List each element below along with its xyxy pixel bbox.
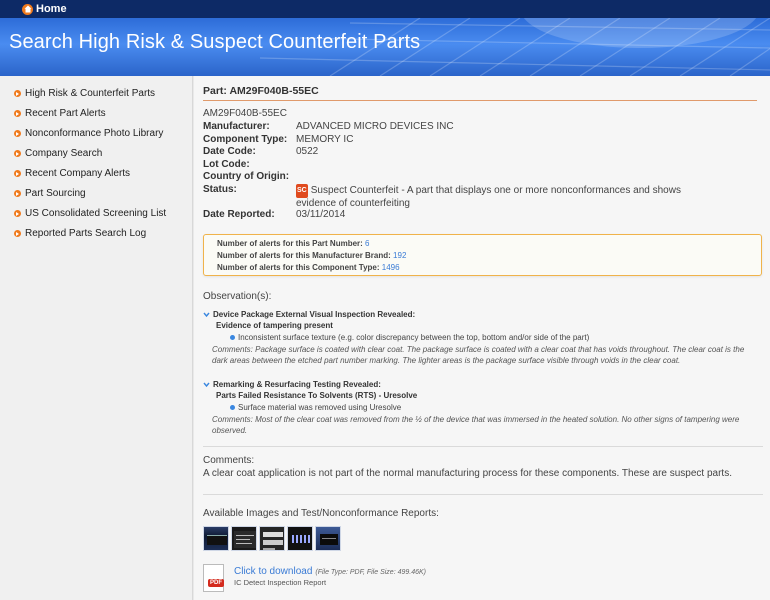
part-number-alerts-link[interactable]: 6 xyxy=(365,239,369,248)
manufacturer-label: Manufacturer: xyxy=(203,121,270,132)
status-text: Suspect Counterfeit - A part that displa… xyxy=(296,185,681,209)
image-thumbnail[interactable] xyxy=(287,526,313,551)
alert-row-brand: Number of alerts for this Manufacturer B… xyxy=(217,251,406,260)
report-name: IC Detect Inspection Report xyxy=(234,578,327,587)
observation-bullet: Surface material was removed using Ureso… xyxy=(230,403,401,412)
image-thumbnail[interactable] xyxy=(259,526,285,551)
component-type-value: MEMORY IC xyxy=(296,134,354,145)
brand-alerts-link[interactable]: 192 xyxy=(393,251,406,260)
observation-sub: Evidence of tampering present xyxy=(216,321,333,330)
bullet-dot-icon xyxy=(230,335,235,340)
observation-bullet-text: Surface material was removed using Ureso… xyxy=(238,403,402,412)
pdf-tag: PDF xyxy=(208,579,224,587)
sidebar-item-label: High Risk & Counterfeit Parts xyxy=(25,88,156,99)
alerts-summary-box: Number of alerts for this Part Number: 6… xyxy=(203,234,762,276)
chip-marking-closeup-icon xyxy=(263,532,283,550)
arrow-bullet-icon xyxy=(14,110,21,117)
observation-heading: Remarking & Resurfacing Testing Revealed… xyxy=(203,380,381,389)
image-thumbnail[interactable] xyxy=(231,526,257,551)
observation-bullet: Inconsistent surface texture (e.g. color… xyxy=(230,333,589,342)
sidebar-item-company-search[interactable]: Company Search xyxy=(14,148,102,159)
arrow-bullet-icon xyxy=(14,170,21,177)
sidebar-item-high-risk-parts[interactable]: High Risk & Counterfeit Parts xyxy=(14,88,155,99)
status-value: SC Suspect Counterfeit - A part that disp… xyxy=(296,184,706,210)
alert-row-part-number: Number of alerts for this Part Number: 6 xyxy=(217,239,370,248)
part-title: Part: AM29F040B-55EC xyxy=(203,85,319,97)
download-report-link[interactable]: Click to download (File Type: PDF, File S… xyxy=(234,566,426,577)
alert-label: Number of alerts for this Component Type… xyxy=(217,263,380,272)
date-reported-value: 03/11/2014 xyxy=(296,209,346,220)
country-label: Country of Origin: xyxy=(203,171,290,182)
observation-comment: Comments: Most of the clear coat was rem… xyxy=(212,415,740,435)
sidebar-item-label: Part Sourcing xyxy=(25,188,86,199)
arrow-bullet-icon xyxy=(14,230,21,237)
sidebar-item-label: Company Search xyxy=(25,148,103,159)
home-icon xyxy=(22,3,33,15)
home-label: Home xyxy=(36,3,67,15)
pdf-file-icon[interactable]: PDF xyxy=(203,564,224,592)
observation-heading: Device Package External Visual Inspectio… xyxy=(203,310,415,319)
section-divider xyxy=(203,494,763,495)
comments-text: A clear coat application is not part of … xyxy=(203,468,732,479)
sidebar-item-label: Recent Company Alerts xyxy=(25,168,131,179)
manufacturer-value: ADVANCED MICRO DEVICES INC xyxy=(296,121,454,132)
sidebar-item-part-sourcing[interactable]: Part Sourcing xyxy=(14,188,86,199)
arrow-bullet-icon xyxy=(14,210,21,217)
file-meta: (File Type: PDF, File Size: 499.46K) xyxy=(315,569,426,576)
arrow-bullet-icon xyxy=(14,190,21,197)
section-divider xyxy=(203,446,763,447)
comments-label: Comments: xyxy=(203,455,255,466)
title-divider xyxy=(203,100,757,101)
images-label: Available Images and Test/Nonconformance… xyxy=(203,508,439,519)
bullet-dot-icon xyxy=(230,405,235,410)
sidebar-item-recent-company-alerts[interactable]: Recent Company Alerts xyxy=(14,168,130,179)
arrow-bullet-icon xyxy=(14,130,21,137)
status-label: Status: xyxy=(203,184,237,195)
sidebar-item-label: Reported Parts Search Log xyxy=(25,228,147,239)
date-reported-label: Date Reported: xyxy=(203,209,275,220)
sidebar-item-recent-part-alerts[interactable]: Recent Part Alerts xyxy=(14,108,106,119)
top-nav-bar: Home xyxy=(0,0,770,18)
date-code-value: 0522 xyxy=(296,146,319,157)
main-content: Part: AM29F040B-55EC AM29F040B-55EC Manu… xyxy=(194,76,770,600)
sidebar-item-label: Recent Part Alerts xyxy=(25,108,106,119)
chip-image-icon xyxy=(207,535,227,545)
page-banner: Search High Risk & Suspect Counterfeit P… xyxy=(0,18,770,76)
arrow-bullet-icon xyxy=(14,90,21,97)
observation-comment: Comments: Package surface is coated with… xyxy=(212,345,745,365)
home-link[interactable]: Home xyxy=(22,3,67,15)
chip-marking-image-icon xyxy=(234,531,256,548)
arrow-bullet-icon xyxy=(14,150,21,157)
sidebar-item-screening-list[interactable]: US Consolidated Screening List xyxy=(14,208,166,219)
suspect-counterfeit-badge: SC xyxy=(296,184,308,198)
alert-row-component: Number of alerts for this Component Type… xyxy=(217,263,400,272)
chevron-icon xyxy=(203,382,210,388)
page-title: Search High Risk & Suspect Counterfeit P… xyxy=(9,31,421,53)
download-label: Click to download xyxy=(234,566,313,577)
sidebar-item-photo-library[interactable]: Nonconformance Photo Library xyxy=(14,128,163,139)
sidebar: High Risk & Counterfeit Parts Recent Par… xyxy=(0,76,193,600)
chip-image-icon xyxy=(320,534,338,545)
observation-sub: Parts Failed Resistance To Solvents (RTS… xyxy=(216,391,418,400)
sidebar-item-label: US Consolidated Screening List xyxy=(25,208,167,219)
image-thumbnail[interactable] xyxy=(203,526,229,551)
component-alerts-link[interactable]: 1496 xyxy=(382,263,400,272)
lot-code-label: Lot Code: xyxy=(203,159,250,170)
chevron-icon xyxy=(203,312,210,318)
sidebar-item-label: Nonconformance Photo Library xyxy=(25,128,164,139)
part-number: AM29F040B-55EC xyxy=(203,108,287,119)
observation-bullet-text: Inconsistent surface texture (e.g. color… xyxy=(238,333,590,342)
component-type-label: Component Type: xyxy=(203,134,288,145)
observations-title: Observation(s): xyxy=(203,291,272,302)
xray-image-icon xyxy=(292,535,310,543)
sidebar-item-search-log[interactable]: Reported Parts Search Log xyxy=(14,228,146,239)
image-thumbnail[interactable] xyxy=(315,526,341,551)
date-code-label: Date Code: xyxy=(203,146,256,157)
alert-label: Number of alerts for this Manufacturer B… xyxy=(217,251,391,260)
alert-label: Number of alerts for this Part Number: xyxy=(217,239,363,248)
image-thumbnails xyxy=(203,526,341,551)
observation-heading-text: Remarking & Resurfacing Testing Revealed… xyxy=(213,380,381,389)
observation-heading-text: Device Package External Visual Inspectio… xyxy=(213,310,416,319)
